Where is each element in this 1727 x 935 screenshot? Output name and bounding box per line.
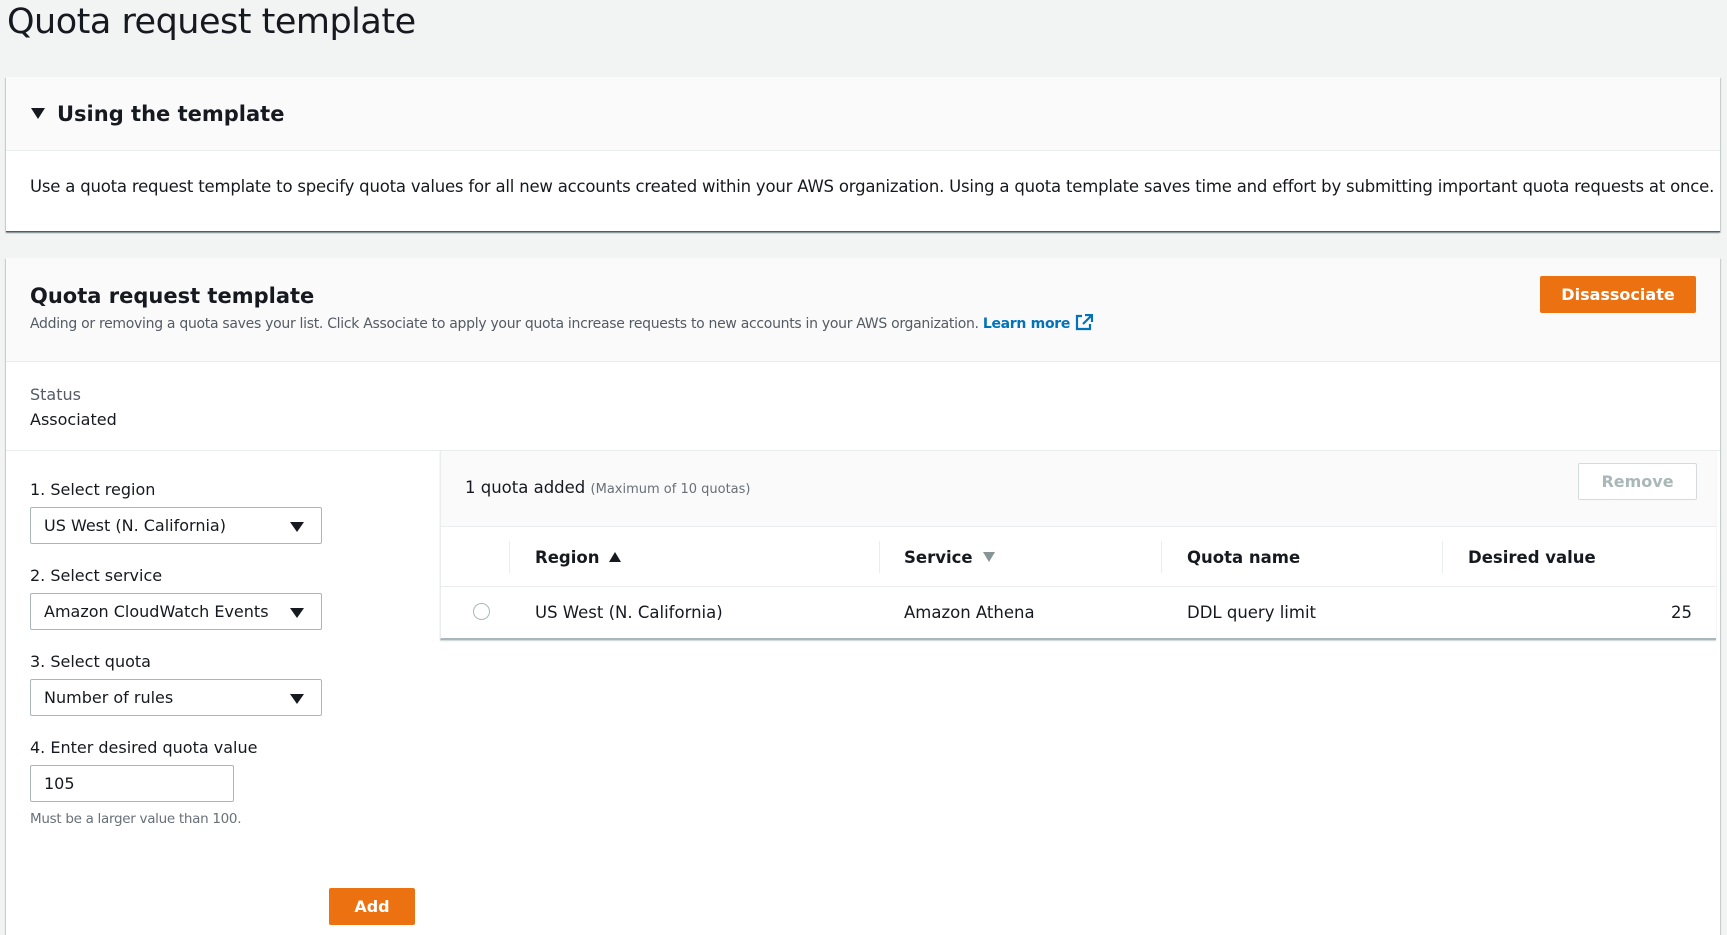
sort-descending-icon bbox=[982, 552, 995, 562]
column-quota-name-label: Quota name bbox=[1187, 547, 1301, 567]
dropdown-arrow-icon bbox=[290, 608, 304, 618]
using-template-panel: Using the template Use a quota request t… bbox=[6, 77, 1720, 232]
service-select-value: Amazon CloudWatch Events bbox=[44, 602, 269, 621]
column-divider bbox=[879, 541, 880, 573]
service-label: 2. Select service bbox=[30, 566, 163, 585]
quota-max-text: (Maximum of 10 quotas) bbox=[590, 482, 751, 497]
quota-table-panel: 1 quota added (Maximum of 10 quotas) Rem… bbox=[440, 451, 1716, 640]
quota-select[interactable]: Number of rules bbox=[30, 679, 322, 716]
quota-template-title: Quota request template bbox=[30, 284, 315, 308]
quota-template-description: Adding or removing a quota saves your li… bbox=[30, 314, 1094, 332]
sort-ascending-icon bbox=[609, 552, 622, 562]
column-region-label: Region bbox=[535, 547, 600, 567]
status-value: Associated bbox=[30, 410, 117, 429]
using-template-toggle[interactable]: Using the template bbox=[6, 77, 1720, 151]
status-label: Status bbox=[30, 385, 81, 404]
dropdown-arrow-icon bbox=[290, 694, 304, 704]
service-select[interactable]: Amazon CloudWatch Events bbox=[30, 593, 322, 630]
column-divider bbox=[1442, 541, 1443, 573]
cell-quota-name: DDL query limit bbox=[1187, 602, 1317, 622]
status-block: Status Associated bbox=[30, 385, 117, 429]
column-service-label: Service bbox=[904, 547, 973, 567]
learn-more-label: Learn more bbox=[982, 316, 1071, 332]
cell-region: US West (N. California) bbox=[535, 602, 723, 622]
column-divider bbox=[1161, 541, 1162, 573]
region-select[interactable]: US West (N. California) bbox=[30, 507, 322, 544]
remove-button[interactable]: Remove bbox=[1578, 463, 1697, 500]
disassociate-button[interactable]: Disassociate bbox=[1540, 276, 1696, 313]
desired-value-label: 4. Enter desired quota value bbox=[30, 738, 258, 757]
table-row[interactable]: US West (N. California) Amazon Athena DD… bbox=[441, 587, 1716, 637]
caret-down-icon bbox=[31, 108, 45, 119]
dropdown-arrow-icon bbox=[290, 522, 304, 532]
learn-more-link[interactable]: Learn more bbox=[982, 314, 1094, 332]
page-title: Quota request template bbox=[7, 2, 416, 42]
external-link-icon bbox=[1075, 314, 1094, 331]
using-template-header: Using the template bbox=[57, 101, 285, 126]
column-region[interactable]: Region bbox=[535, 527, 622, 587]
add-button[interactable]: Add bbox=[329, 888, 415, 925]
quota-template-header: Quota request template Adding or removin… bbox=[6, 258, 1720, 362]
quota-count: 1 quota added (Maximum of 10 quotas) bbox=[465, 478, 750, 497]
region-select-value: US West (N. California) bbox=[44, 516, 226, 535]
desired-value-hint: Must be a larger value than 100. bbox=[30, 811, 242, 827]
using-template-description: Use a quota request template to specify … bbox=[30, 177, 1715, 196]
desired-value-input[interactable] bbox=[30, 765, 234, 802]
quota-select-value: Number of rules bbox=[44, 688, 174, 707]
description-text: Adding or removing a quota saves your li… bbox=[30, 316, 979, 332]
column-service[interactable]: Service bbox=[904, 527, 995, 587]
cell-desired-value: 25 bbox=[1671, 602, 1692, 622]
column-desired-value[interactable]: Desired value bbox=[1468, 527, 1596, 587]
table-head: Region Service Quota name Desired value bbox=[441, 527, 1716, 587]
quota-template-panel: Quota request template Adding or removin… bbox=[6, 258, 1720, 935]
row-select-radio-icon[interactable] bbox=[473, 603, 490, 620]
quota-label: 3. Select quota bbox=[30, 652, 151, 671]
cell-service: Amazon Athena bbox=[904, 602, 1035, 622]
column-quota-name[interactable]: Quota name bbox=[1187, 527, 1300, 587]
column-divider bbox=[509, 541, 510, 573]
quota-form: 1. Select region US West (N. California)… bbox=[30, 480, 430, 849]
region-label: 1. Select region bbox=[30, 480, 156, 499]
quota-count-text: 1 quota added bbox=[465, 478, 586, 497]
quota-table-header: 1 quota added (Maximum of 10 quotas) Rem… bbox=[441, 451, 1716, 527]
column-desired-value-label: Desired value bbox=[1468, 547, 1596, 567]
